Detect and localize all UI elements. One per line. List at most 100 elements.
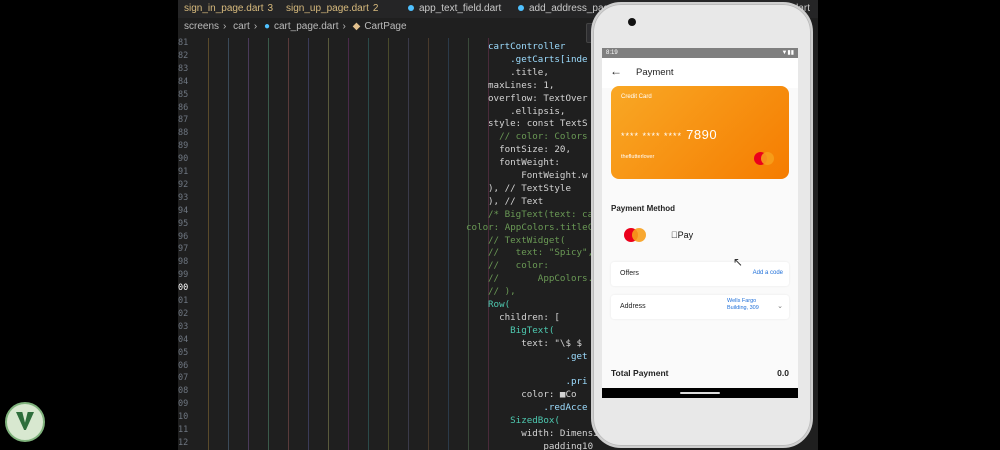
home-indicator[interactable] (680, 392, 720, 394)
code-line: BigText( (488, 324, 555, 336)
code-line: .getCarts[inde (488, 53, 588, 65)
chevron-right-icon: › (223, 21, 227, 32)
offers-row[interactable]: Offers Add a code (611, 262, 789, 286)
code-line: fontWeight: (488, 157, 560, 169)
tab-label: sign_in_page.dart (184, 3, 264, 14)
code-line: // color: (488, 260, 549, 272)
code-line: // AppColors.t (488, 273, 599, 285)
indent-guide (448, 38, 449, 450)
back-arrow-icon[interactable]: ← (610, 64, 622, 78)
line-number: 87 (178, 115, 189, 126)
indent-guide (308, 38, 309, 450)
code-line: fontSize: 20, (488, 144, 571, 156)
line-number: 11 (178, 425, 189, 435)
line-number: 82 (178, 50, 189, 61)
line-number: 86 (178, 102, 189, 113)
code-line: color: AppColors.titleCo (466, 221, 599, 233)
breadcrumb-item[interactable]: screens (184, 21, 219, 32)
address-row[interactable]: Address Wells Fargo Building, 309 ⌄ (611, 295, 789, 319)
code-line: // text: "Spicy", (488, 247, 594, 259)
breadcrumb-item[interactable]: cart (233, 21, 250, 32)
add-code-link[interactable]: Add a code (753, 270, 783, 276)
chevron-right-icon: › (253, 21, 258, 32)
address-label: Address (620, 303, 646, 310)
payment-option-mastercard[interactable] (614, 220, 654, 250)
line-number: 85 (178, 89, 189, 100)
system-nav-bar (602, 388, 798, 398)
indent-guide (428, 38, 429, 450)
phone-screen[interactable]: 8:19 ▼▮▮ ← Payment Credit Card **** ****… (602, 48, 798, 398)
code-line: padding10 (488, 440, 594, 450)
card-last-four: 7890 (686, 127, 718, 142)
breadcrumb-item[interactable]: CartPage (364, 21, 406, 32)
line-number: 98 (178, 257, 189, 268)
indent-guide (328, 38, 329, 450)
class-symbol-icon: ◆ (352, 21, 361, 32)
app-bar: ← Payment (602, 58, 798, 88)
code-line: // TextWidget( (488, 234, 566, 246)
status-time: 8:19 (606, 50, 618, 56)
line-number: 02 (178, 308, 189, 319)
mouse-cursor-icon: ↖ (733, 255, 744, 269)
line-number: 12 (178, 437, 189, 448)
card-number: **** **** **** 7890 (621, 127, 717, 142)
indent-guide (408, 38, 409, 450)
line-number: 95 (178, 218, 189, 229)
credit-card[interactable]: Credit Card **** **** **** 7890 theflutt… (611, 86, 789, 179)
code-line: // color: Colors (488, 131, 588, 143)
problem-count-badge: 2 (372, 3, 379, 14)
indent-guide (288, 38, 289, 450)
breadcrumb-item[interactable]: cart_page.dart (274, 21, 339, 32)
line-number: 83 (178, 63, 189, 74)
front-camera (628, 18, 636, 26)
line-number: 06 (178, 360, 189, 371)
code-line: overflow: TextOver (488, 92, 588, 104)
line-number: 04 (178, 334, 189, 345)
code-line: text: "\$ $ (488, 337, 583, 349)
chevron-down-icon[interactable]: ⌄ (777, 302, 783, 310)
logo-mark-icon (16, 412, 34, 430)
line-number: 91 (178, 167, 189, 177)
line-number: 92 (178, 179, 189, 190)
offers-label: Offers (620, 270, 639, 277)
code-line: // ), (488, 286, 516, 298)
line-number: 90 (178, 154, 189, 165)
indent-guide (268, 38, 269, 450)
indent-guide (248, 38, 249, 450)
card-holder-name: theflutterlover (621, 154, 655, 160)
code-line: ), // Text (488, 195, 544, 207)
code-line: cartController (488, 41, 566, 52)
line-number: 89 (178, 141, 189, 152)
card-number-masked: **** **** **** (621, 131, 683, 141)
line-number: 00 (178, 283, 189, 294)
code-line: Row( (488, 299, 511, 310)
line-number: 08 (178, 386, 189, 397)
payment-option-apple-pay[interactable]: Pay (662, 220, 702, 250)
code-line: .pri (488, 376, 588, 388)
indent-guide (468, 38, 469, 450)
dart-file-icon (408, 5, 414, 12)
line-number: 81 (178, 38, 189, 48)
total-payment-value: 0.0 (777, 368, 789, 378)
line-number: 84 (178, 76, 189, 87)
code-line: SizedBox( (488, 415, 560, 427)
line-number: 10 (178, 412, 189, 423)
indent-guide (388, 38, 389, 450)
tab-sign-up-page[interactable]: sign_up_page.dart 2 (286, 0, 378, 18)
tab-app-text-field[interactable]: app_text_field.dart (408, 0, 501, 18)
line-number: 99 (178, 270, 189, 281)
tab-sign-in-page[interactable]: sign_in_page.dart 3 (184, 0, 273, 18)
problem-count-badge: 3 (267, 3, 274, 14)
chevron-right-icon: › (342, 21, 346, 32)
line-number: 05 (178, 347, 189, 358)
code-line: color: ■Co (488, 389, 577, 401)
indent-guide (228, 38, 229, 450)
mastercard-icon (754, 152, 774, 166)
code-line: .redAcce (488, 402, 588, 414)
tab-label: app_text_field.dart (419, 3, 502, 14)
line-number: 93 (178, 192, 189, 203)
code-line: .title, (488, 66, 549, 78)
mastercard-icon (624, 228, 646, 242)
dart-file-icon: ● (263, 21, 270, 32)
indent-guide (208, 38, 209, 450)
